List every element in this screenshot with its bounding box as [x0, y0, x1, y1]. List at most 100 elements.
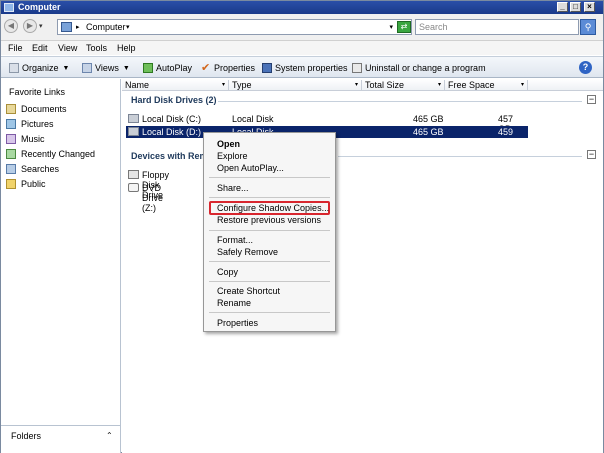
- nav-link-public[interactable]: Public: [6, 178, 46, 190]
- system-properties-button[interactable]: System properties: [262, 61, 348, 75]
- nav-link-music[interactable]: Music: [6, 133, 45, 145]
- sort-arrow-icon: ▾: [221, 82, 225, 88]
- drive-free-space: 459 GB: [498, 127, 514, 147]
- menu-item-copy[interactable]: Copy: [217, 267, 238, 278]
- sort-arrow-icon: ▾: [437, 82, 441, 88]
- drive-total-size: 465 GB: [413, 127, 444, 137]
- favorite-links-title: Favorite Links: [9, 87, 66, 97]
- programs-icon: [352, 63, 362, 73]
- help-icon[interactable]: ?: [579, 61, 592, 74]
- nav-link-documents[interactable]: Documents: [6, 103, 67, 115]
- organize-label: Organize: [22, 63, 59, 73]
- chevron-down-icon[interactable]: ▾: [126, 23, 130, 31]
- minimize-button[interactable]: _: [557, 2, 568, 12]
- address-bar: ◀ ▶ ▾ ▸ Computer ▾ ▾ ⇄ Search ⚲: [1, 14, 603, 41]
- public-folder-icon: [6, 179, 16, 189]
- menu-tools[interactable]: Tools: [86, 43, 107, 53]
- menu-item-share[interactable]: Share...: [217, 183, 249, 194]
- chevron-right-icon[interactable]: ▸: [76, 23, 80, 31]
- explorer-window: Computer _ □ × ◀ ▶ ▾ ▸ Computer ▾ ▾ ⇄ Se…: [0, 0, 604, 453]
- menu-item-create-shortcut[interactable]: Create Shortcut: [217, 286, 280, 297]
- autoplay-icon: [143, 63, 153, 73]
- column-headers: Name ▾ Type ▾ Total Size ▾ Free Space ▾: [122, 79, 603, 91]
- window-title: Computer: [18, 2, 61, 12]
- column-type[interactable]: Type ▾: [229, 80, 362, 91]
- menu-item-open[interactable]: Open: [217, 139, 240, 150]
- address-location[interactable]: Computer: [86, 22, 126, 32]
- group-hard-disk-drives[interactable]: Hard Disk Drives (2): [131, 95, 217, 105]
- forward-button[interactable]: ▶: [23, 19, 37, 33]
- sort-arrow-icon: ▾: [520, 82, 524, 88]
- menu-item-open-autoplay[interactable]: Open AutoPlay...: [217, 163, 284, 174]
- views-button[interactable]: Views ▼: [82, 61, 130, 75]
- drive-type: Local Disk: [232, 114, 274, 124]
- menu-item-explore[interactable]: Explore: [217, 151, 248, 162]
- hard-disk-icon: [128, 127, 139, 136]
- menu-bar: File Edit View Tools Help: [1, 41, 603, 55]
- collapse-devices-button[interactable]: −: [587, 150, 596, 159]
- column-name[interactable]: Name ▾: [122, 80, 229, 91]
- context-menu: Open Explore Open AutoPlay... Share... C…: [203, 132, 336, 332]
- refresh-button[interactable]: ⇄: [397, 21, 411, 33]
- column-type-label: Type: [232, 80, 252, 90]
- drive-name: Local Disk (D:): [142, 127, 202, 137]
- autoplay-label: AutoPlay: [156, 63, 193, 73]
- floppy-disk-icon: [128, 170, 139, 179]
- address-input[interactable]: ▸ Computer ▾ ▾: [57, 19, 412, 35]
- nav-link-pictures[interactable]: Pictures: [6, 118, 54, 130]
- properties-button[interactable]: ✔ Properties: [201, 61, 255, 75]
- close-button[interactable]: ×: [584, 2, 595, 12]
- group-removable-devices[interactable]: Devices with Rem: [131, 151, 208, 161]
- views-label: Views: [95, 63, 119, 73]
- chevron-down-icon: ▼: [122, 64, 130, 72]
- menu-item-restore-previous-versions[interactable]: Restore previous versions: [217, 215, 321, 226]
- menu-item-safely-remove[interactable]: Safely Remove: [217, 247, 278, 258]
- maximize-button[interactable]: □: [570, 2, 581, 12]
- uninstall-label: Uninstall or change a program: [365, 63, 486, 73]
- organize-button[interactable]: Organize ▼: [9, 61, 69, 75]
- group-divider: [338, 156, 582, 157]
- search-icon[interactable]: ⚲: [580, 19, 596, 35]
- back-button[interactable]: ◀: [4, 19, 18, 33]
- title-bar: Computer _ □ ×: [1, 1, 603, 14]
- menu-separator: [209, 312, 330, 313]
- nav-link-recently-changed[interactable]: Recently Changed: [6, 148, 95, 160]
- folders-toggle[interactable]: Folders ⌃: [1, 425, 120, 445]
- menu-item-configure-shadow-copies[interactable]: Configure Shadow Copies...: [217, 203, 329, 214]
- nav-link-label: Searches: [21, 164, 60, 174]
- column-free-label: Free Space: [448, 80, 495, 90]
- column-name-label: Name: [125, 80, 150, 90]
- sort-arrow-icon: ▾: [354, 82, 358, 88]
- recent-pages-dropdown[interactable]: ▾: [39, 22, 43, 30]
- menu-file[interactable]: File: [8, 43, 23, 53]
- navigation-pane: Favorite Links Documents Pictures Music …: [1, 79, 121, 453]
- menu-separator: [209, 230, 330, 231]
- chevron-up-icon: ⌃: [106, 431, 113, 440]
- autoplay-button[interactable]: AutoPlay: [143, 61, 192, 75]
- menu-item-format[interactable]: Format...: [217, 235, 253, 246]
- nav-link-label: Recently Changed: [21, 149, 96, 159]
- address-dropdown-icon[interactable]: ▾: [389, 23, 393, 31]
- nav-link-label: Pictures: [21, 119, 54, 129]
- search-input[interactable]: Search: [415, 19, 579, 35]
- collapse-hard-disks-button[interactable]: −: [587, 95, 596, 104]
- menu-help[interactable]: Help: [117, 43, 136, 53]
- uninstall-button[interactable]: Uninstall or change a program: [352, 61, 486, 75]
- documents-folder-icon: [6, 104, 16, 114]
- menu-separator: [209, 261, 330, 262]
- menu-item-rename[interactable]: Rename: [217, 298, 251, 309]
- column-free-space[interactable]: Free Space ▾: [445, 80, 528, 91]
- nav-link-searches[interactable]: Searches: [6, 163, 59, 175]
- checkmark-icon: ✔: [201, 62, 211, 74]
- menu-edit[interactable]: Edit: [32, 43, 48, 53]
- drive-row-c[interactable]: Local Disk (C:) Local Disk 465 GB 457 GB: [126, 113, 528, 134]
- hard-disk-icon: [128, 114, 139, 123]
- menu-separator: [209, 281, 330, 282]
- device-name: DVD Drive (Z:): [142, 183, 164, 213]
- system-properties-icon: [262, 63, 272, 73]
- searches-folder-icon: [6, 164, 16, 174]
- menu-item-properties[interactable]: Properties: [217, 318, 258, 329]
- column-total-size[interactable]: Total Size ▾: [362, 80, 445, 91]
- computer-location-icon: [61, 22, 72, 32]
- menu-view[interactable]: View: [58, 43, 77, 53]
